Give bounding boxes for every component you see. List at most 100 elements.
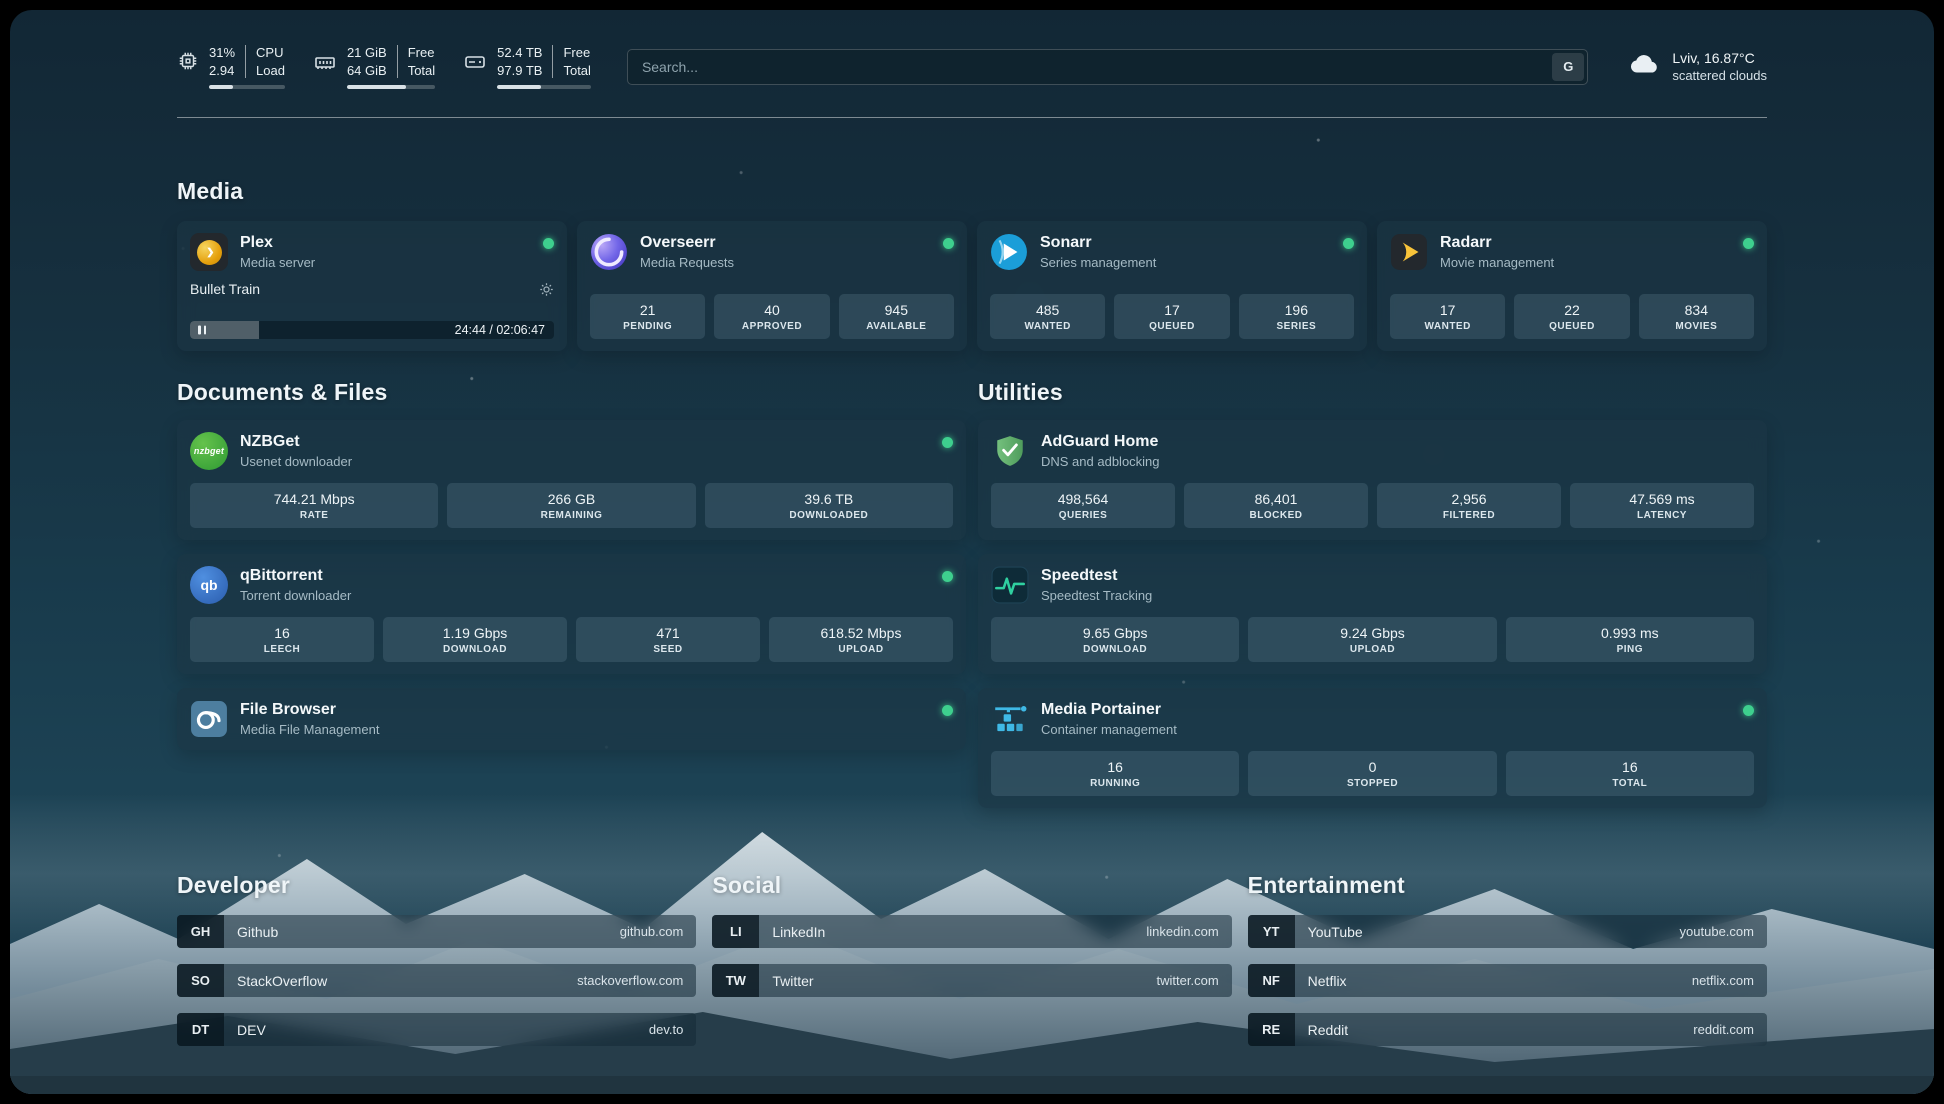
- cpu-usage-bar: [209, 85, 285, 89]
- app-card-header: nzbgetNZBGetUsenet downloader: [190, 432, 953, 470]
- media-card-grid: PlexMedia serverBullet Train24:44 / 02:0…: [177, 221, 1767, 351]
- divider: [397, 45, 398, 78]
- app-card-header: OverseerrMedia Requests: [590, 233, 954, 271]
- app-card-speedtest[interactable]: SpeedtestSpeedtest Tracking 9.65 GbpsDOWN…: [978, 554, 1767, 674]
- bookmark-url: github.com: [620, 924, 684, 939]
- bookmark-youtube[interactable]: YTYouTubeyoutube.com: [1248, 915, 1767, 948]
- bookmark-github[interactable]: GHGithubgithub.com: [177, 915, 696, 948]
- stat-value: 17: [1394, 302, 1501, 318]
- stat-label: RUNNING: [995, 778, 1235, 789]
- divider: [245, 45, 246, 78]
- stat-queued: 22QUEUED: [1514, 294, 1629, 339]
- section-columns: Documents & FilesnzbgetNZBGetUsenet down…: [177, 379, 1767, 808]
- stat-total: 16TOTAL: [1506, 751, 1754, 796]
- app-card-overseerr[interactable]: OverseerrMedia Requests21PENDING40APPROV…: [577, 221, 967, 351]
- bookmark-abbr: NF: [1248, 964, 1295, 997]
- search-input[interactable]: [627, 49, 1588, 85]
- stats-row: 498,564QUERIES86,401BLOCKED2,956FILTERED…: [991, 483, 1754, 528]
- app-card-radarr[interactable]: RadarrMovie management 17 WANTED 22QUEUED83…: [1377, 221, 1767, 351]
- app-card-header: SpeedtestSpeedtest Tracking: [991, 566, 1754, 604]
- cpu-usage-label: CPU: [256, 44, 285, 62]
- now-playing-row: Bullet Train: [190, 281, 554, 297]
- plex-icon: [190, 233, 228, 271]
- sonarr-icon: [990, 233, 1028, 271]
- pause-button[interactable]: [198, 326, 206, 335]
- app-card-media-portainer[interactable]: Media PortainerContainer management 16 RUN…: [978, 688, 1767, 808]
- stat-value: 16: [194, 625, 370, 641]
- bookmark-group-entertainment: EntertainmentYTYouTubeyoutube.comNFNetfl…: [1248, 872, 1767, 1046]
- bookmark-netflix[interactable]: NFNetflixnetflix.com: [1248, 964, 1767, 997]
- stat-label: RATE: [194, 510, 434, 521]
- stat-value: 0: [1252, 759, 1492, 775]
- stat-value: 485: [994, 302, 1101, 318]
- app-meta: AdGuard HomeDNS and adblocking: [1041, 433, 1160, 469]
- stat-value: 1.19 Gbps: [387, 625, 563, 641]
- bookmark-group-social: SocialLILinkedInlinkedin.comTWTwittertwi…: [712, 872, 1231, 997]
- stat-value: 945: [843, 302, 950, 318]
- page-content: 31% 2.94 CPU Load: [10, 10, 1934, 1094]
- divider: [552, 45, 553, 78]
- system-widgets: 31% 2.94 CPU Load: [177, 44, 591, 89]
- stat-value: 471: [580, 625, 756, 641]
- app-meta: qBittorrentTorrent downloader: [240, 567, 351, 603]
- portainer-icon: [991, 700, 1029, 738]
- stat-label: DOWNLOAD: [995, 644, 1235, 655]
- app-name: File Browser: [240, 701, 379, 719]
- stat-label: WANTED: [994, 321, 1101, 332]
- bookmark-url: dev.to: [649, 1022, 683, 1037]
- search-engine-button[interactable]: G: [1552, 53, 1584, 81]
- app-meta: Media PortainerContainer management: [1041, 701, 1177, 737]
- stat-label: AVAILABLE: [843, 321, 950, 332]
- bookmark-abbr: RE: [1248, 1013, 1295, 1046]
- stat-movies: 834MOVIES: [1639, 294, 1754, 339]
- app-meta: RadarrMovie management: [1440, 234, 1554, 270]
- stat-remaining: 266 GBREMAINING: [447, 483, 695, 528]
- cpu-usage-value: 31%: [209, 44, 235, 62]
- online-status-dot: [943, 238, 954, 249]
- memory-widget: 21 GiB 64 GiB Free Total: [313, 44, 435, 89]
- stat-value: 21: [594, 302, 701, 318]
- app-card-file-browser[interactable]: File Browser Media File Management: [177, 688, 966, 750]
- disk-icon: [463, 50, 487, 89]
- section-title-media: Media: [177, 178, 1767, 205]
- app-card-nzbget[interactable]: nzbgetNZBGetUsenet downloader744.21 Mbps…: [177, 420, 966, 540]
- playback-time: 24:44 / 02:06:47: [455, 323, 545, 337]
- cpu-chip-icon: [177, 50, 199, 89]
- stat-label: SEED: [580, 644, 756, 655]
- stat-upload: 618.52 MbpsUPLOAD: [769, 617, 953, 662]
- stat-label: BLOCKED: [1188, 510, 1364, 521]
- stat-available: 945 AVAILABLE: [839, 294, 954, 339]
- stat-label: WANTED: [1394, 321, 1501, 332]
- stat-label: FILTERED: [1381, 510, 1557, 521]
- stat-label: QUEUED: [1518, 321, 1625, 332]
- stat-value: 16: [995, 759, 1235, 775]
- app-description: Media Requests: [640, 255, 734, 270]
- overseerr-icon: [590, 233, 628, 271]
- top-bar: 31% 2.94 CPU Load: [177, 44, 1767, 118]
- app-card-header: Media PortainerContainer management: [991, 700, 1754, 738]
- disk-total-value: 97.9 TB: [497, 62, 542, 80]
- stat-label: QUEUED: [1118, 321, 1225, 332]
- app-card-qbittorrent[interactable]: qbqBittorrentTorrent downloader16LEECH1.…: [177, 554, 966, 674]
- bookmark-twitter[interactable]: TWTwittertwitter.com: [712, 964, 1231, 997]
- app-card-sonarr[interactable]: SonarrSeries management485WANTED17QUEUED…: [977, 221, 1367, 351]
- section-bookmarks: DeveloperGHGithubgithub.comSOStackOverfl…: [177, 872, 1767, 1046]
- gear-icon[interactable]: [539, 282, 554, 297]
- app-name: Radarr: [1440, 234, 1554, 252]
- stat-blocked: 86,401 BLOCKED: [1184, 483, 1368, 528]
- bookmark-stackoverflow[interactable]: SOStackOverflowstackoverflow.com: [177, 964, 696, 997]
- bookmark-reddit[interactable]: RERedditreddit.com: [1248, 1013, 1767, 1046]
- app-card-plex[interactable]: PlexMedia serverBullet Train24:44 / 02:0…: [177, 221, 567, 351]
- stats-row: 9.65 GbpsDOWNLOAD9.24 GbpsUPLOAD0.993 ms…: [991, 617, 1754, 662]
- app-description: Media File Management: [240, 722, 379, 737]
- bookmark-dev[interactable]: DTDEVdev.to: [177, 1013, 696, 1046]
- stat-stopped: 0STOPPED: [1248, 751, 1496, 796]
- bookmark-linkedin[interactable]: LILinkedInlinkedin.com: [712, 915, 1231, 948]
- column-documents-files: Documents & FilesnzbgetNZBGetUsenet down…: [177, 379, 966, 750]
- stat-label: LATENCY: [1574, 510, 1750, 521]
- stat-value: 86,401: [1188, 491, 1364, 507]
- stat-download: 9.65 GbpsDOWNLOAD: [991, 617, 1239, 662]
- app-card-adguard-home[interactable]: AdGuard HomeDNS and adblocking498,564QUE…: [978, 420, 1767, 540]
- cloud-icon: [1628, 52, 1660, 82]
- memory-free-label: Free: [408, 44, 435, 62]
